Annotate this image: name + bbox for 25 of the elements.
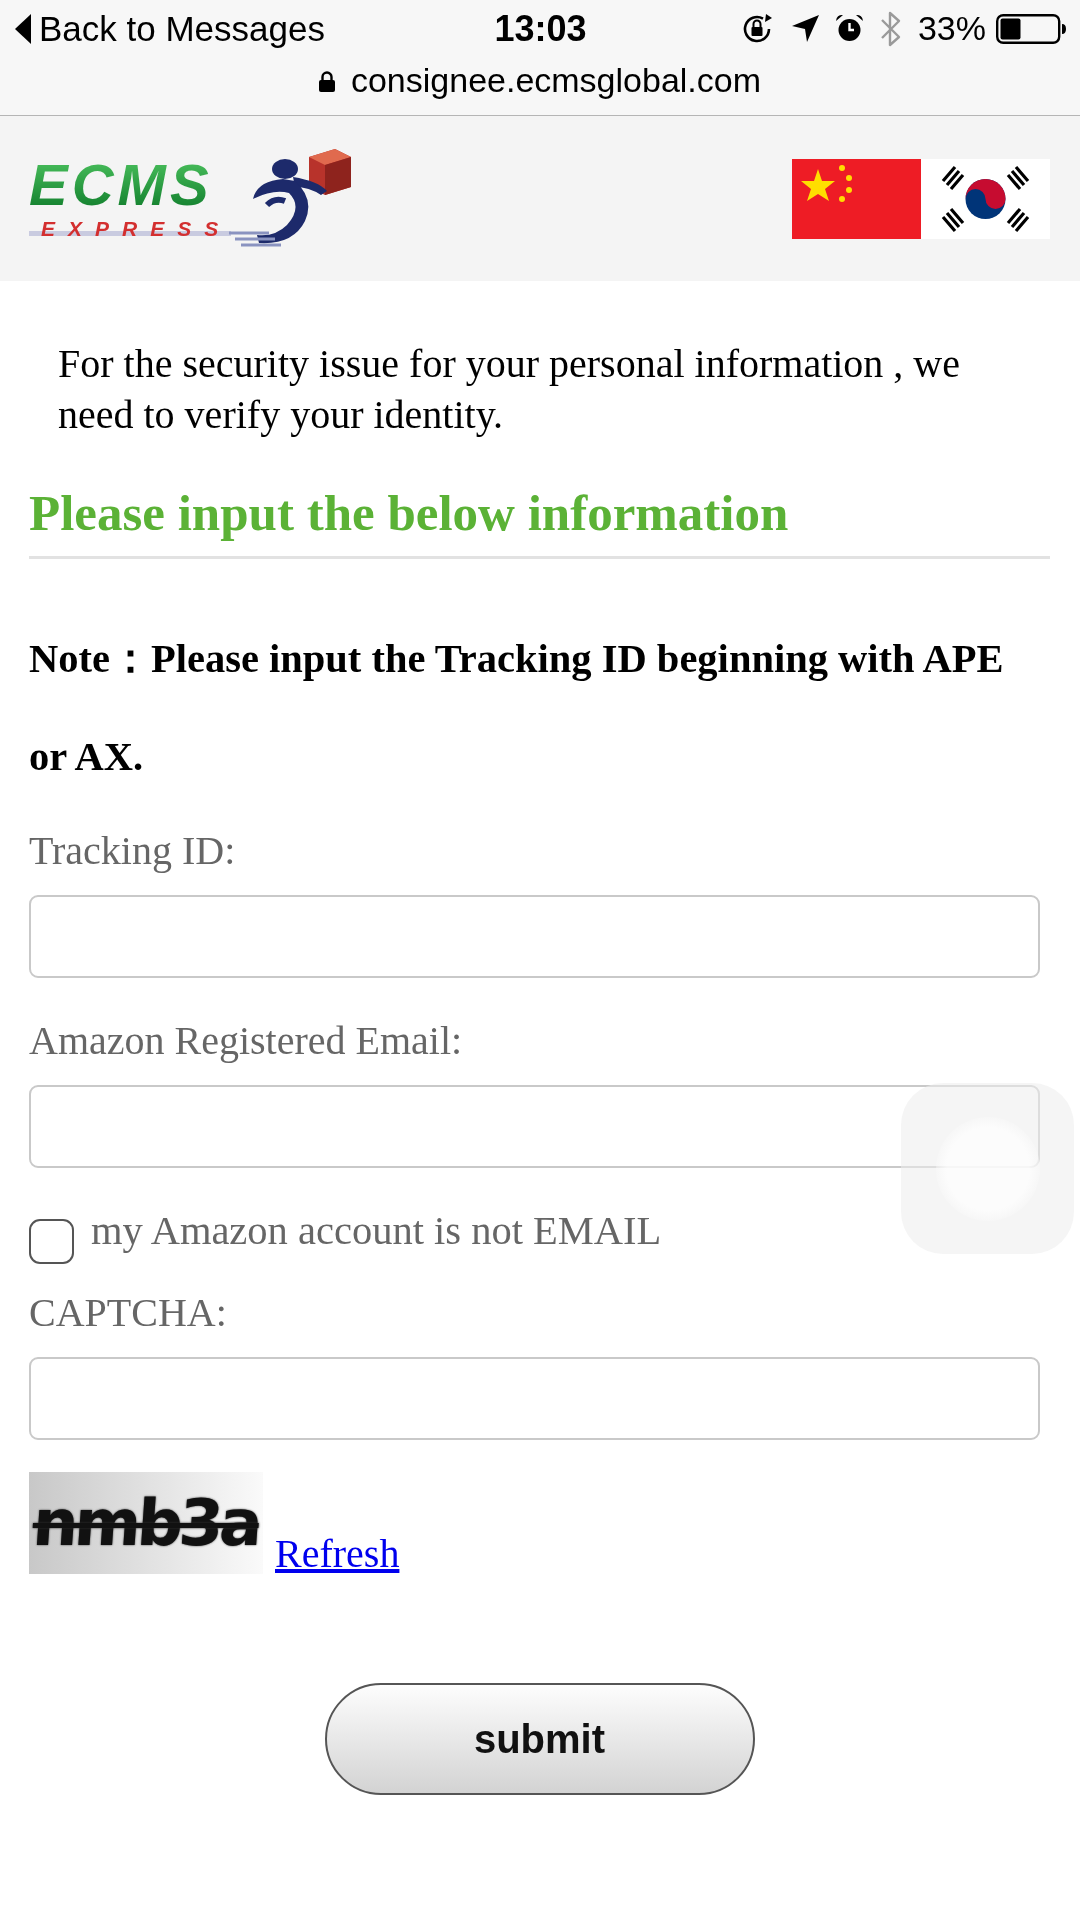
input-field[interactable]: [29, 895, 1040, 978]
captcha-text: nmb3a: [30, 1491, 262, 1555]
lock-icon: [318, 70, 335, 92]
battery-icon: [996, 14, 1066, 44]
korea-flag-icon[interactable]: [921, 158, 1050, 239]
section-heading: Please input the below information: [29, 484, 1050, 559]
url-text[interactable]: consignee.ecmsglobal.com: [350, 62, 762, 100]
input-field[interactable]: [29, 1357, 1040, 1440]
alarm-clock-icon: [834, 14, 864, 44]
intro-text: For the security issue for your personal information , we need to verify your identity.: [57, 340, 961, 439]
checkbox[interactable]: [29, 1219, 74, 1264]
field-label: Amazon Registered Email:: [29, 1018, 464, 1064]
field-label: CAPTCHA:: [29, 1290, 228, 1336]
checkbox-label[interactable]: my Amazon account is not EMAIL: [91, 1208, 662, 1254]
back-link[interactable]: Back to Messages: [39, 9, 325, 49]
note-text: Note：Please input the Tracking ID beginning with APE or AX.: [29, 635, 1005, 781]
submit-button[interactable]: submit: [324, 1683, 755, 1795]
input-field[interactable]: [29, 1085, 1040, 1168]
location-arrow-icon: [791, 15, 819, 43]
refresh-link[interactable]: Refresh: [275, 1534, 400, 1574]
clock-time: 13:03: [494, 9, 587, 49]
bluetooth-icon: [879, 11, 902, 47]
back-caret-icon[interactable]: [15, 14, 31, 44]
battery-percentage: 33%: [917, 10, 986, 48]
field-label: Tracking ID:: [29, 828, 237, 874]
